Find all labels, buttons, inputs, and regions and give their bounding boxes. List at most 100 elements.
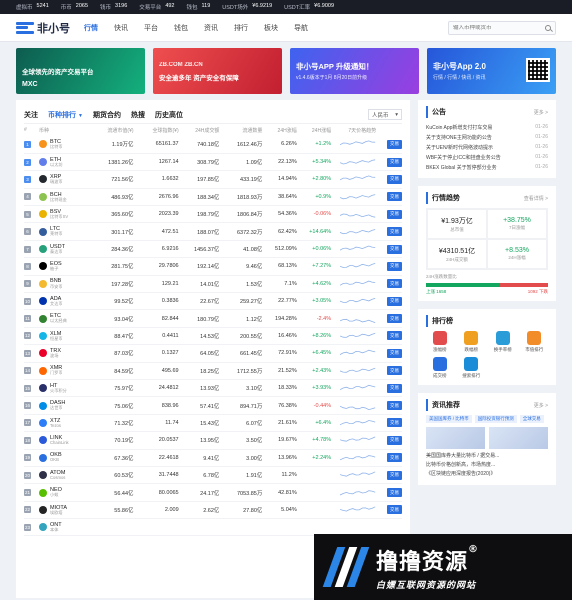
trade-button[interactable]: 交易 — [387, 435, 402, 445]
coin-cell[interactable]: USDT 泰达币 — [39, 244, 86, 255]
coin-cell[interactable]: XLM 恒星币 — [39, 331, 86, 342]
news-tag[interactable]: 全球交易 — [519, 415, 544, 423]
coin-cell[interactable]: TRX 波场 — [39, 348, 86, 359]
news-thumbnail[interactable] — [426, 427, 485, 449]
ranking-link[interactable]: 涨幅榜 — [426, 331, 454, 353]
news-tag[interactable]: 国际投资银行预测 — [474, 415, 517, 423]
table-row[interactable]: 2 ETH 以太坊 1381.26亿 1267.14 308.79亿 1.09亿 22.13%… — [24, 153, 402, 172]
table-row[interactable]: 13 TRX 波场 87.03亿 0.1327 64.05亿 661.45亿 72.91% +6… — [24, 344, 402, 363]
coin-cell[interactable]: ETC 以太经典 — [39, 313, 86, 324]
coin-cell[interactable]: XRP 瑞波币 — [39, 174, 86, 185]
coin-cell[interactable]: DASH 达世币 — [39, 400, 86, 411]
ranking-link[interactable]: 跌幅榜 — [458, 331, 486, 353]
nav-item[interactable]: 行情 — [84, 23, 98, 33]
banner-app-upgrade[interactable]: 非小号APP 升级通知！ v1.4.6版本于1月 8月20日前升级 — [290, 48, 419, 94]
banner-mxc[interactable]: 全球领先的资产交易平台 MXC — [16, 48, 145, 94]
coin-cell[interactable]: EOS 柚子 — [39, 261, 86, 272]
trade-button[interactable]: 交易 — [387, 244, 402, 254]
coin-cell[interactable]: BTC 比特币 — [39, 139, 86, 150]
trade-button[interactable]: 交易 — [387, 174, 402, 184]
trade-button[interactable]: 交易 — [387, 227, 402, 237]
notice-item[interactable]: KuCoin App新增支付打车交易 01-26 — [426, 122, 548, 132]
trade-button[interactable]: 交易 — [387, 348, 402, 358]
coin-cell[interactable]: OKB OKB — [39, 452, 86, 463]
ranking-tab[interactable]: 期货合约 — [93, 110, 121, 120]
table-row[interactable]: 18 LINK ChainLink 70.19亿 20.0537 13.95亿 3.50亿 1… — [24, 431, 402, 450]
search-icon[interactable] — [545, 24, 551, 31]
ranking-tab[interactable]: 历史高位 — [155, 110, 183, 120]
trade-button[interactable]: 交易 — [387, 331, 402, 341]
trade-button[interactable]: 交易 — [387, 418, 402, 428]
table-row[interactable]: 17 XTZ Tezos 71.32亿 11.74 15.43亿 6.07亿 21.61% +6… — [24, 414, 402, 433]
coin-cell[interactable]: XMR 门罗币 — [39, 365, 86, 376]
table-row[interactable]: 8 EOS 柚子 281.75亿 29.7806 192.14亿 9.46亿 68.13% +7… — [24, 257, 402, 276]
table-row[interactable]: 1 BTC 比特币 1.19万亿 65161.37 740.18亿 1612.46万 6.26… — [24, 136, 402, 154]
nav-item[interactable]: 平台 — [144, 23, 158, 33]
coin-cell[interactable]: MIOTA 埃欧塔 — [39, 505, 86, 516]
ranking-tab[interactable]: 币种排行 ▼ — [48, 110, 83, 120]
trade-button[interactable]: 交易 — [387, 192, 402, 202]
coin-cell[interactable]: ATOM Cosmos — [39, 470, 86, 481]
notice-item[interactable]: 关于UEN/新时代网络波动提示 01-26 — [426, 142, 548, 152]
table-row[interactable]: 6 LTC 莱特币 301.17亿 472.51 188.07亿 6372.32万 62.42… — [24, 222, 402, 241]
coin-cell[interactable]: BCH 比特现金 — [39, 192, 86, 203]
site-logo[interactable]: 非小号 — [16, 20, 70, 36]
notice-item[interactable]: WBF关于停止ICC和挂盘业务公告 01-26 — [426, 152, 548, 162]
table-row[interactable]: 10 ADA 艾达币 99.52亿 0.3836 22.67亿 259.27亿 22.77% +… — [24, 292, 402, 311]
table-row[interactable]: 15 HT 火币积分 75.97亿 24.4812 13.93亿 3.10亿 18.33% +3… — [24, 379, 402, 398]
trade-button[interactable]: 交易 — [387, 505, 402, 515]
trade-button[interactable]: 交易 — [387, 139, 402, 149]
coin-cell[interactable]: NEO 小蚁 — [39, 487, 86, 498]
table-row[interactable]: 14 XMR 门罗币 84.59亿 495.69 18.25亿 1712.55万 21.52%… — [24, 362, 402, 380]
nav-item[interactable]: 快讯 — [114, 23, 128, 33]
ranking-tab[interactable]: 关注 — [24, 110, 38, 120]
news-item[interactable]: 比特币价格创新高，市场热度... — [426, 461, 548, 470]
ranking-link[interactable]: 搜索排行 — [458, 357, 486, 379]
coin-cell[interactable]: ONT 本体 — [39, 522, 86, 533]
trade-button[interactable]: 交易 — [387, 261, 402, 271]
trade-button[interactable]: 交易 — [387, 296, 402, 306]
search-input[interactable] — [453, 24, 545, 31]
trade-button[interactable]: 交易 — [387, 157, 402, 167]
coin-cell[interactable]: ETH 以太坊 — [39, 157, 86, 168]
coin-cell[interactable]: XTZ Tezos — [39, 418, 86, 429]
banner-app-2[interactable]: 非小号App 2.0 行情 / 行情 / 快讯 / 资讯 — [427, 48, 556, 94]
table-row[interactable]: 21 NEO 小蚁 56.44亿 80.0065 24.17亿 7053.85万 42.81%… — [24, 483, 402, 502]
trade-button[interactable]: 交易 — [387, 470, 402, 480]
nav-item[interactable]: 导航 — [294, 23, 308, 33]
coin-cell[interactable]: ADA 艾达币 — [39, 296, 86, 307]
ranking-link[interactable]: 市值排行 — [521, 331, 549, 353]
trade-button[interactable]: 交易 — [387, 383, 402, 393]
search-box[interactable] — [448, 20, 556, 35]
news-tag[interactable]: 美国国库券 / 比特币 — [426, 415, 472, 423]
notice-item[interactable]: BKEX Global 关于暂停部分业务 01-26 — [426, 162, 548, 172]
ranking-link[interactable]: 换手率榜 — [489, 331, 517, 353]
nav-item[interactable]: 排行 — [234, 23, 248, 33]
table-row[interactable]: 16 DASH 达世币 75.06亿 838.96 57.41亿 894.71万 76.38%… — [24, 396, 402, 415]
notice-more-link[interactable]: 更多 > — [534, 109, 548, 116]
coin-cell[interactable]: LINK ChainLink — [39, 435, 86, 446]
table-row[interactable]: 11 ETC 以太经典 93.04亿 82.844 180.79亿 1.12亿 194.28%… — [24, 309, 402, 328]
table-row[interactable]: 5 BSV 比特币SV 365.60亿 2023.39 198.79亿 1806.84万 54… — [24, 205, 402, 224]
trend-more-link[interactable]: 查看详情 > — [524, 195, 548, 202]
ranking-tab[interactable]: 热搜 — [131, 110, 145, 120]
coin-cell[interactable]: LTC 莱特币 — [39, 226, 86, 237]
trade-button[interactable]: 交易 — [387, 366, 402, 376]
nav-item[interactable]: 板块 — [264, 23, 278, 33]
news-item[interactable]: 《区块链应用深度报告(2020)》 — [426, 470, 548, 479]
trade-button[interactable]: 交易 — [387, 453, 402, 463]
coin-cell[interactable]: HT 火币积分 — [39, 383, 86, 394]
trade-button[interactable]: 交易 — [387, 279, 402, 289]
coin-cell[interactable]: BSV 比特币SV — [39, 209, 86, 220]
table-row[interactable]: 3 XRP 瑞波币 721.56亿 1.6632 197.85亿 433.19亿 14.94%… — [24, 170, 402, 189]
ranking-link[interactable]: 成交榜 — [426, 357, 454, 379]
table-row[interactable]: 12 XLM 恒星币 88.47亿 0.4411 14.53亿 200.55亿 16.46% +… — [24, 327, 402, 346]
coin-cell[interactable]: BNB 币安币 — [39, 278, 86, 289]
table-row[interactable]: 4 BCH 比特现金 486.93亿 2676.96 188.34亿 1818.93万 38.… — [24, 188, 402, 207]
nav-item[interactable]: 钱包 — [174, 23, 188, 33]
news-thumbnail[interactable] — [489, 427, 548, 449]
trade-button[interactable]: 交易 — [387, 209, 402, 219]
table-row[interactable]: 19 OKB OKB 67.36亿 22.4618 9.41亿 3.00亿 13.96% +2.… — [24, 449, 402, 467]
table-row[interactable]: 7 USDT 泰达币 284.36亿 6.9216 1456.37亿 41.08亿 512.0… — [24, 240, 402, 259]
table-row[interactable]: 22 MIOTA 埃欧塔 55.86亿 2.009 2.62亿 27.80亿 5.04% 交易 — [24, 501, 402, 520]
